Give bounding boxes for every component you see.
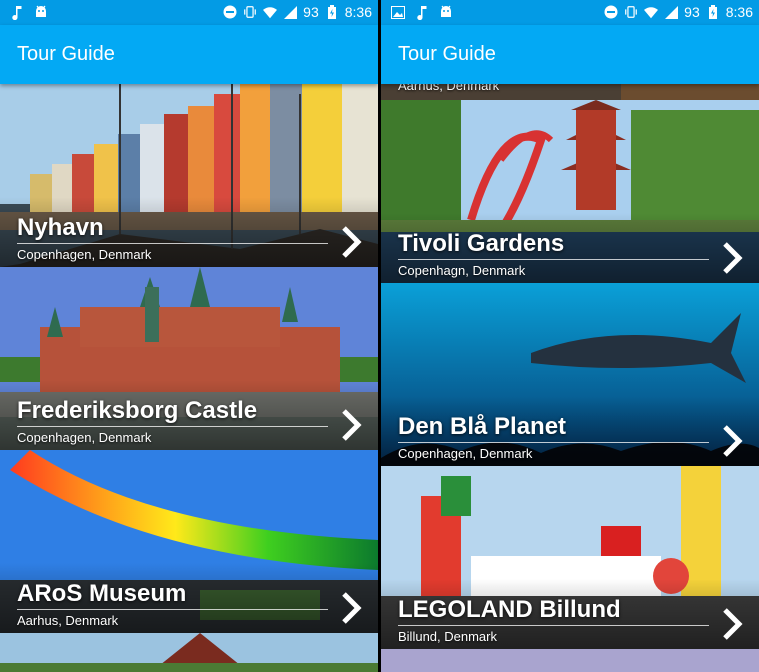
attraction-location: Copenhagn, Denmark: [398, 263, 526, 278]
list-item-aros-museum[interactable]: ARoS Museum Aarhus, Denmark: [0, 450, 378, 633]
chevron-right-icon[interactable]: [719, 240, 745, 276]
attraction-name: Frederiksborg Castle: [17, 397, 258, 424]
attraction-name: Nyhavn: [17, 214, 104, 241]
attraction-location: Aarhus, Denmark: [398, 84, 500, 93]
clock: 8:36: [344, 4, 372, 20]
list-item-den-bla-planet[interactable]: Den Blå Planet Copenhagen, Denmark: [381, 283, 759, 466]
do-not-disturb-icon: [223, 4, 237, 20]
vibrate-icon: [624, 4, 638, 20]
divider: [17, 426, 328, 427]
attraction-location: Billund, Denmark: [398, 629, 497, 644]
divider: [17, 609, 328, 610]
attraction-location: Aarhus, Denmark: [17, 613, 119, 628]
list-item-partial[interactable]: [381, 649, 759, 672]
music-note-icon: [415, 4, 429, 20]
chevron-right-icon[interactable]: [719, 606, 745, 642]
wifi-icon: [263, 4, 278, 20]
image-icon: [391, 4, 405, 20]
wifi-icon: [644, 4, 659, 20]
chevron-right-icon[interactable]: [338, 590, 364, 626]
list-item-legoland-billund[interactable]: LEGOLAND Billund Billund, Denmark: [381, 466, 759, 649]
status-bar: 93 8:36: [0, 0, 378, 25]
music-note-icon: [10, 4, 24, 20]
vibrate-icon: [243, 4, 257, 20]
tivoli-photo-partial: [0, 633, 378, 672]
android-icon: [34, 4, 48, 20]
attraction-location: Copenhagen, Denmark: [17, 430, 152, 445]
signal-icon: [283, 4, 297, 20]
next-photo-partial: [381, 649, 759, 672]
chevron-right-icon[interactable]: [719, 423, 745, 459]
list-item-nyhavn[interactable]: Nyhavn Copenhagen, Denmark: [0, 84, 378, 267]
app-bar: Tour Guide: [381, 25, 759, 84]
battery-charging-icon: [706, 4, 720, 20]
divider: [398, 442, 709, 443]
attraction-name: Den Blå Planet: [398, 413, 567, 440]
attraction-location: Copenhagen, Denmark: [17, 247, 152, 262]
chevron-right-icon[interactable]: [338, 407, 364, 443]
signal-icon: [664, 4, 678, 20]
battery-level: 93: [303, 4, 319, 20]
divider: [398, 625, 709, 626]
phone-screen-left: 93 8:36 Tour Guide Nyhavn Copenhagen, De…: [0, 0, 378, 672]
battery-charging-icon: [325, 4, 339, 20]
list-item-partial[interactable]: Aarhus, Denmark: [381, 84, 759, 100]
attraction-location: Copenhagen, Denmark: [398, 446, 533, 461]
phone-screen-right: 93 8:36 Tour Guide Aarhus, Denmark Tivol…: [381, 0, 759, 672]
list-item-partial[interactable]: [0, 633, 378, 672]
battery-level: 93: [684, 4, 700, 20]
divider: [398, 259, 709, 260]
chevron-right-icon[interactable]: [338, 224, 364, 260]
attraction-list[interactable]: Nyhavn Copenhagen, Denmark Frederiksborg…: [0, 84, 378, 672]
clock: 8:36: [725, 4, 753, 20]
status-bar: 93 8:36: [381, 0, 759, 25]
app-bar: Tour Guide: [0, 25, 378, 84]
list-item-tivoli-gardens[interactable]: Tivoli Gardens Copenhagn, Denmark: [381, 100, 759, 283]
attraction-name: Tivoli Gardens: [398, 230, 565, 257]
divider: [17, 243, 328, 244]
app-title: Tour Guide: [17, 43, 115, 65]
do-not-disturb-icon: [604, 4, 618, 20]
app-title: Tour Guide: [398, 43, 496, 65]
attraction-name: ARoS Museum: [17, 580, 187, 607]
android-icon: [439, 4, 453, 20]
attraction-name: LEGOLAND Billund: [398, 596, 621, 623]
attraction-list[interactable]: Aarhus, Denmark Tivoli Gardens Copenhagn…: [381, 84, 759, 672]
list-item-frederiksborg-castle[interactable]: Frederiksborg Castle Copenhagen, Denmark: [0, 267, 378, 450]
